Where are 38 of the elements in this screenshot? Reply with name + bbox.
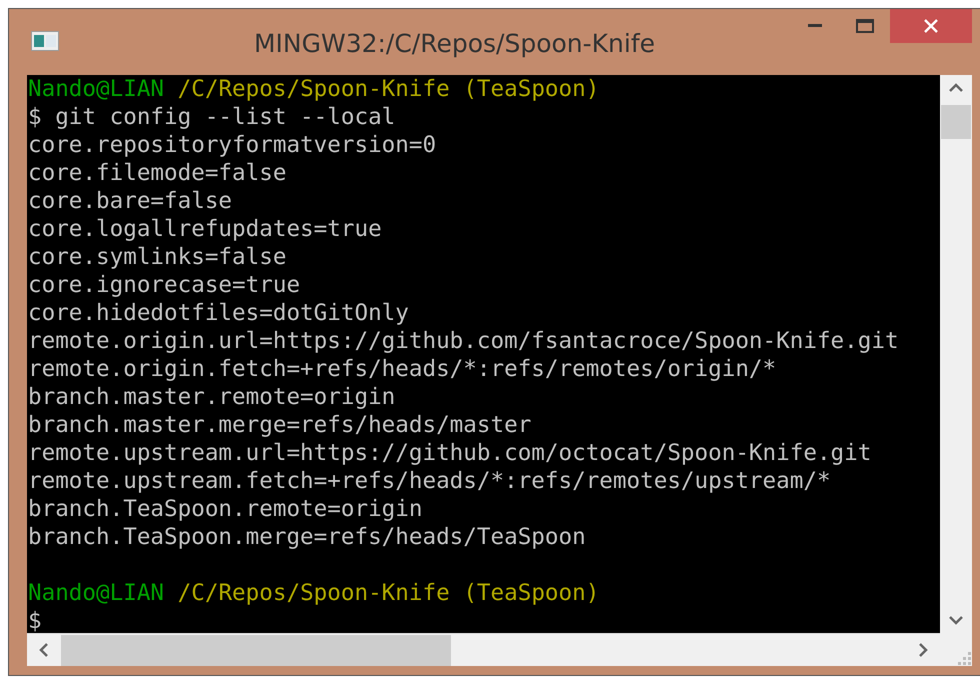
output-line: core.logallrefupdates=true	[28, 216, 382, 242]
output-line: core.bare=false	[28, 188, 232, 214]
scroll-thumb[interactable]	[61, 634, 451, 666]
command-line: $	[28, 608, 42, 633]
output-line: core.filemode=false	[28, 160, 286, 186]
maximize-icon	[856, 19, 874, 33]
output-line: branch.master.remote=origin	[28, 384, 396, 410]
prompt-branch: (TeaSpoon)	[463, 76, 600, 102]
scroll-thumb[interactable]	[941, 105, 971, 139]
prompt-path: /C/Repos/Spoon-Knife	[178, 580, 450, 606]
output-line: branch.TeaSpoon.remote=origin	[28, 496, 422, 522]
vertical-scrollbar[interactable]	[940, 75, 972, 633]
minimize-icon	[808, 24, 822, 28]
output-line: core.hidedotfiles=dotGitOnly	[28, 300, 409, 326]
window-title: MINGW32:/C/Repos/Spoon-Knife	[252, 28, 656, 58]
output-line: remote.origin.url=https://github.com/fsantacroce/Spoon-Knife.git	[28, 328, 899, 354]
resize-grip-icon[interactable]	[956, 650, 972, 666]
scroll-right-icon[interactable]	[918, 642, 928, 658]
app-icon[interactable]	[31, 31, 59, 51]
prompt-branch: (TeaSpoon)	[463, 580, 600, 606]
horizontal-scrollbar[interactable]	[27, 633, 940, 666]
command-line: $ git config --list --local	[28, 104, 396, 130]
output-line: branch.master.merge=refs/heads/master	[28, 412, 532, 438]
output-line: remote.origin.fetch=+refs/heads/*:refs/remotes/origin/*	[28, 356, 776, 382]
scroll-left-icon[interactable]	[39, 642, 49, 658]
prompt-user-host: Nando@LIAN	[28, 580, 164, 606]
output-line: remote.upstream.fetch=+refs/heads/*:refs/remotes/upstream/*	[28, 468, 831, 494]
output-line: remote.upstream.url=https://github.com/octocat/Spoon-Knife.git	[28, 440, 872, 466]
output-line: branch.TeaSpoon.merge=refs/heads/TeaSpoon	[28, 524, 586, 550]
scroll-up-icon[interactable]	[948, 83, 964, 93]
output-line: core.repositoryformatversion=0	[28, 132, 436, 158]
close-icon	[923, 18, 939, 34]
prompt-path: /C/Repos/Spoon-Knife	[178, 76, 450, 102]
close-button[interactable]	[890, 9, 972, 43]
scroll-down-icon[interactable]	[948, 615, 964, 625]
prompt-user-host: Nando@LIAN	[28, 76, 164, 102]
output-line: core.ignorecase=true	[28, 272, 300, 298]
output-line: core.symlinks=false	[28, 244, 286, 270]
